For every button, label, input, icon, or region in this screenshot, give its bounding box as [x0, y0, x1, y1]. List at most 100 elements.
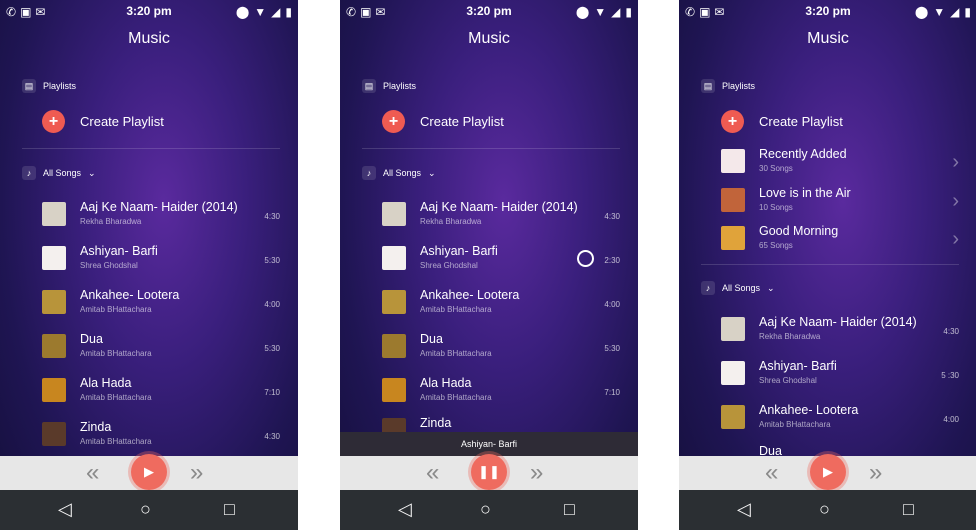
song-title: Dua [80, 332, 103, 346]
song-row[interactable]: Aaj Ke Naam- Haider (2014) Rekha Bharadw… [382, 198, 620, 238]
song-row[interactable]: Aaj Ke Naam- Haider (2014) Rekha Bharadw… [721, 313, 959, 353]
chevron-down-icon: ⌄ [428, 167, 436, 178]
player-bar: « ❚❚ » [340, 454, 638, 490]
playlist-count: 65 Songs [759, 241, 793, 250]
song-row[interactable]: Dua Amitab BHattachara 5:30 [382, 330, 620, 370]
song-row[interactable]: Ala Hada Amitab BHattachara 7:10 [382, 374, 620, 414]
playlist-item[interactable]: Good Morning 65 Songs › [721, 222, 959, 262]
song-title: Ashiyan- Barfi [80, 244, 158, 258]
song-row[interactable]: Ankahee- Lootera Amitab BHattachara 4:00 [382, 286, 620, 326]
song-artist: Shrea Ghodshal [420, 261, 478, 270]
song-row[interactable]: Ashiyan- Barfi Shrea Ghodshal 5:30 [42, 242, 280, 282]
song-title: Aaj Ke Naam- Haider (2014) [420, 200, 578, 214]
battery-icon: ▮ [285, 5, 292, 19]
chevron-down-icon: ⌄ [767, 282, 775, 293]
create-playlist-button[interactable]: + Create Playlist [382, 110, 504, 133]
next-icon[interactable]: » [190, 459, 203, 487]
now-playing-bar[interactable]: Ashiyan- Barfi [340, 432, 638, 456]
pause-button[interactable]: ❚❚ [471, 454, 507, 490]
divider [22, 148, 280, 149]
play-icon: ▶ [144, 464, 154, 479]
song-title: Aaj Ke Naam- Haider (2014) [759, 315, 917, 329]
plus-icon: + [42, 110, 65, 133]
song-duration: 7:10 [604, 388, 620, 397]
system-nav-bar: ◁ ○ □ [0, 490, 298, 530]
playlists-section[interactable]: ▤ Playlists [22, 79, 76, 93]
album-art [42, 334, 66, 358]
playlists-section[interactable]: ▤ Playlists [362, 79, 416, 93]
create-playlist-label: Create Playlist [80, 114, 164, 129]
song-title: Zinda [420, 416, 452, 430]
location-icon: ⬤ [575, 5, 590, 19]
status-bar: ✆ ▣ ✉ 3:20 pm ⬤ ▼ ◢ ▮ [679, 0, 976, 22]
song-duration: 5 :30 [941, 371, 959, 380]
next-icon[interactable]: » [869, 459, 882, 487]
previous-icon[interactable]: « [86, 459, 99, 487]
all-songs-label: All Songs [722, 283, 761, 293]
previous-icon[interactable]: « [426, 459, 439, 487]
song-title: Dua [420, 332, 443, 346]
song-artist: Amitab BHattachara [80, 393, 152, 402]
playlists-section[interactable]: ▤ Playlists [701, 79, 755, 93]
playlist-count: 30 Songs [759, 164, 793, 173]
album-art [382, 334, 406, 358]
create-playlist-button[interactable]: + Create Playlist [721, 110, 843, 133]
song-row[interactable]: Ashiyan- Barfi Shrea Ghodshal 5 :30 [721, 357, 959, 397]
playlist-icon: ▤ [22, 79, 36, 93]
song-artist: Amitab BHattachara [759, 420, 831, 429]
album-art [382, 246, 406, 270]
song-row[interactable]: Dua Amitab BHattachara 5:30 [42, 330, 280, 370]
playlist-item[interactable]: Recently Added 30 Songs › [721, 145, 959, 185]
playlists-label: Playlists [383, 81, 417, 91]
playlist-item[interactable]: Love is in the Air 10 Songs › [721, 184, 959, 224]
song-duration: 4:00 [264, 300, 280, 309]
song-title: Ala Hada [420, 376, 472, 390]
album-art [42, 422, 66, 446]
song-row[interactable]: Aaj Ke Naam- Haider (2014) Rekha Bharadw… [42, 198, 280, 238]
page-title: Music [468, 30, 510, 47]
home-icon[interactable]: ○ [819, 499, 830, 520]
all-songs-dropdown[interactable]: ♪ All Songs ⌄ [362, 166, 436, 180]
all-songs-label: All Songs [383, 168, 422, 178]
song-artist: Shrea Ghodshal [80, 261, 138, 270]
album-art [721, 405, 745, 429]
next-icon[interactable]: » [530, 459, 543, 487]
song-row[interactable]: Ankahee- Lootera Amitab BHattachara 4:00 [721, 401, 959, 441]
divider [701, 264, 959, 265]
recents-icon[interactable]: □ [224, 499, 235, 520]
song-duration: 5:30 [264, 256, 280, 265]
song-row[interactable]: Ala Hada Amitab BHattachara 7:10 [42, 374, 280, 414]
song-row[interactable]: Ankahee- Lootera Amitab BHattachara 4:00 [42, 286, 280, 326]
playlist-art [721, 188, 745, 212]
battery-icon: ▮ [625, 5, 632, 19]
play-button[interactable]: ▶ [131, 454, 167, 490]
song-artist: Amitab BHattachara [420, 393, 492, 402]
playlists-label: Playlists [43, 81, 77, 91]
recents-icon[interactable]: □ [903, 499, 914, 520]
chevron-down-icon: ⌄ [88, 167, 96, 178]
playlist-art [721, 226, 745, 250]
previous-icon[interactable]: « [765, 459, 778, 487]
plus-icon: + [721, 110, 744, 133]
page-title: Music [128, 30, 170, 47]
song-row-playing[interactable]: Ashiyan- Barfi Shrea Ghodshal 2:30 [382, 242, 620, 282]
song-duration: 7:10 [264, 388, 280, 397]
back-icon[interactable]: ◁ [398, 499, 412, 520]
album-art [721, 361, 745, 385]
home-icon[interactable]: ○ [140, 499, 151, 520]
player-bar: « ▶ » [679, 454, 976, 490]
playlist-title: Love is in the Air [759, 186, 851, 200]
song-row[interactable]: Zinda Amitab BHattachara 4:30 [42, 418, 280, 458]
play-button[interactable]: ▶ [810, 454, 846, 490]
all-songs-dropdown[interactable]: ♪ All Songs ⌄ [22, 166, 96, 180]
status-bar: ✆ ▣ ✉ 3:20 pm ⬤ ▼ ◢ ▮ [0, 0, 298, 22]
home-icon[interactable]: ○ [480, 499, 491, 520]
song-title: Ashiyan- Barfi [759, 359, 837, 373]
back-icon[interactable]: ◁ [58, 499, 72, 520]
all-songs-dropdown[interactable]: ♪ All Songs ⌄ [701, 281, 775, 295]
wifi-icon: ▼ [933, 5, 946, 19]
recents-icon[interactable]: □ [564, 499, 575, 520]
create-playlist-button[interactable]: + Create Playlist [42, 110, 164, 133]
chevron-right-icon: › [952, 228, 959, 250]
back-icon[interactable]: ◁ [737, 499, 751, 520]
